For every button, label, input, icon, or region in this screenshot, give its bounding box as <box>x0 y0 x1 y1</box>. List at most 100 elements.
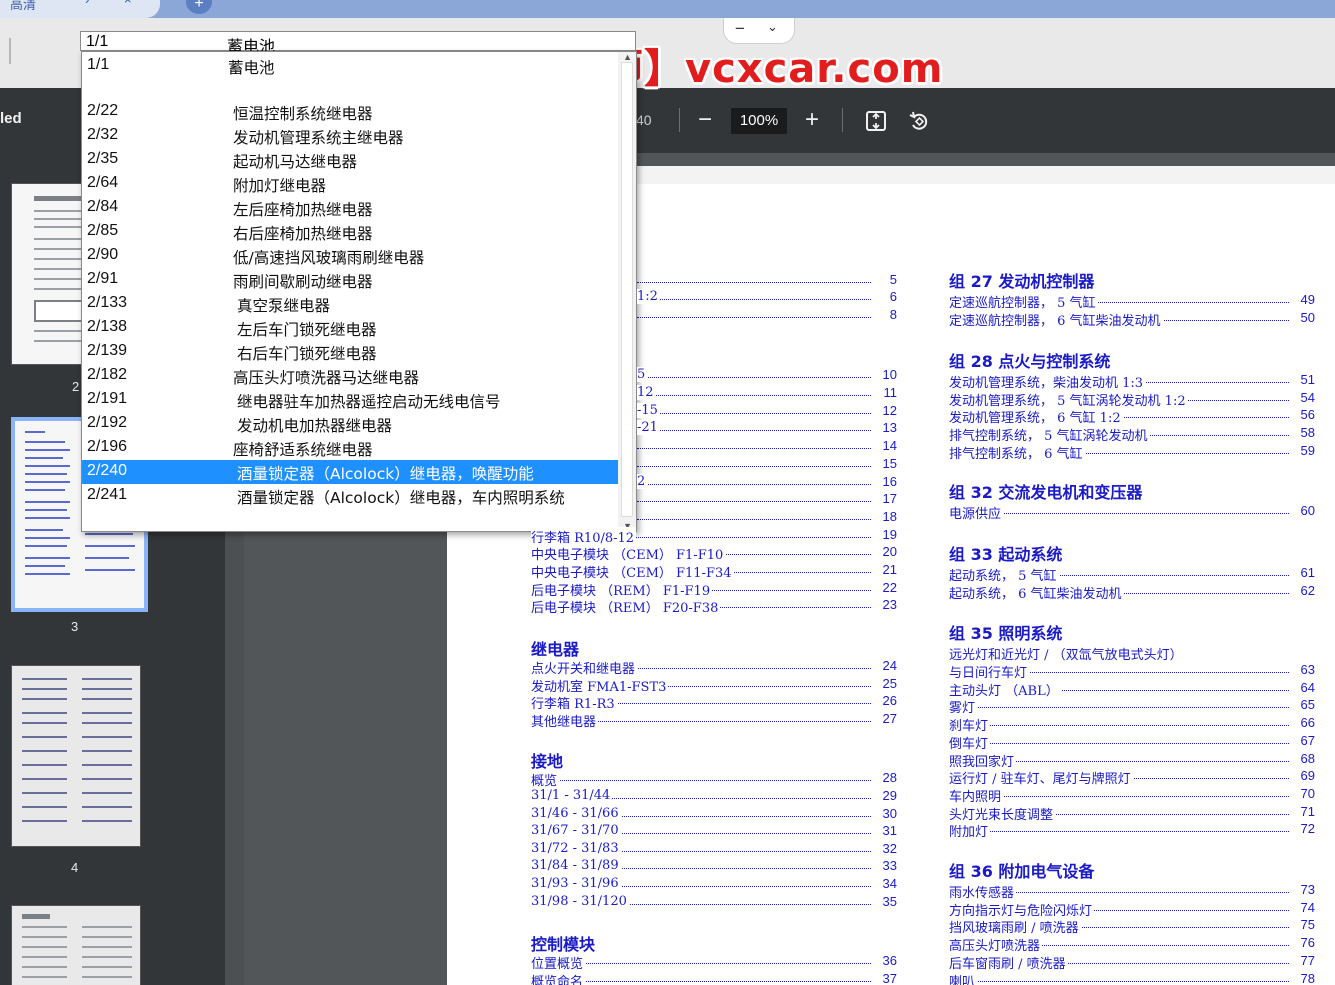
dropdown-option[interactable]: 2/192 发动机电加热器继电器 <box>82 412 618 436</box>
toc-entry[interactable]: 方向指示灯与危险闪烁灯 74 <box>949 899 1315 919</box>
toc-entry[interactable]: 点火开关和继电器 24 <box>531 658 897 677</box>
toc-entry[interactable]: 附加灯 72 <box>949 821 1315 841</box>
close-icon[interactable]: × <box>124 0 132 7</box>
dropdown-option[interactable]: 2/64 附加灯继电器 <box>82 172 618 196</box>
toc-entry[interactable]: 定速巡航控制器， 5 气缸 49 <box>949 292 1315 311</box>
toc-entry-page: 54 <box>1300 389 1315 405</box>
toc-entry[interactable]: 12 11 <box>637 385 897 401</box>
toc-entry[interactable]: 头灯光束长度调整 71 <box>949 803 1315 823</box>
toc-entry[interactable]: 5 <box>637 272 897 288</box>
scrollbar-thumb[interactable] <box>621 62 633 517</box>
browser-tab[interactable]: 高清 › × <box>0 0 160 18</box>
toc-entry[interactable]: 中央电子模块 （CEM） F11-F34 21 <box>531 562 897 581</box>
toc-entry[interactable]: -15 12 <box>637 403 897 419</box>
dropdown-option[interactable]: 2/85 右后座椅加热继电器 <box>82 220 618 244</box>
rotate-icon[interactable] <box>904 106 934 136</box>
toc-entry[interactable]: 定速巡航控制器， 6 气缸柴油发动机 50 <box>949 309 1315 329</box>
toc-entry[interactable]: 高压头灯喷洗器 76 <box>949 935 1315 955</box>
toc-entry[interactable]: 其他继电器 27 <box>531 710 897 730</box>
toc-entry[interactable]: 倒车灯 67 <box>949 732 1315 752</box>
toc-entry[interactable]: 14 <box>637 438 897 454</box>
dropdown-option[interactable]: 2/241 酒量锁定器（Alcolock）继电器，车内照明系统 <box>82 484 618 508</box>
dropdown-option[interactable]: 2/90 低/高速挡风玻璃雨刷继电器 <box>82 244 618 268</box>
zoom-in-button[interactable]: + <box>797 106 827 136</box>
toc-entry-page: 23 <box>882 597 897 612</box>
toc-entry[interactable]: 中央电子模块 （CEM） F1-F10 20 <box>531 544 897 563</box>
chapter-select-listbox[interactable]: 1/1 蓄电池 2/22 恒温控制系统继电器 2/32 发动机管理系统主继电器 2/35 起动… <box>81 51 637 532</box>
toc-entry[interactable]: 发动机室 FMA1-FST3 25 <box>531 675 897 695</box>
dropdown-option[interactable]: 2/138 左后车门锁死继电器 <box>82 316 618 340</box>
toc-entry[interactable]: 发动机管理系统， 5 气缸涡轮发动机 1:2 54 <box>949 389 1315 409</box>
toc-entry[interactable]: 行李箱 R1-R3 26 <box>531 693 897 713</box>
toc-entry[interactable]: 刹车灯 66 <box>949 715 1315 735</box>
dropdown-option[interactable]: 2/240 酒量锁定器（Alcolock）继电器，唤醒功能 <box>82 460 618 484</box>
dropdown-option[interactable]: 2/133 真空泵继电器 <box>82 292 618 316</box>
toc-entry[interactable]: 发动机管理系统， 6 气缸 1:2 56 <box>949 407 1315 427</box>
toc-entry[interactable]: 2 16 <box>637 474 897 490</box>
toc-entry[interactable]: 15 <box>637 456 897 472</box>
toc-entry-title: 附加灯 <box>949 821 991 841</box>
toc-entry[interactable]: 挡风玻璃雨刷 / 喷洗器 75 <box>949 917 1315 937</box>
toc-entry[interactable]: 31/72 - 31/83 32 <box>531 840 897 857</box>
page-thumbnail[interactable] <box>11 665 141 847</box>
fit-page-icon[interactable] <box>861 106 891 136</box>
toc-entry[interactable]: 起动系统， 5 气缸 61 <box>949 565 1315 584</box>
zoom-out-button[interactable]: − <box>690 106 720 136</box>
toc-entry[interactable]: 与日间行车灯 63 <box>949 662 1315 681</box>
option-code: 2/241 <box>87 486 128 503</box>
plus-icon[interactable]: + <box>186 0 212 14</box>
toc-entry[interactable]: 概览命名 37 <box>531 970 897 985</box>
toc-entry-page: 64 <box>1300 679 1315 695</box>
dropdown-option[interactable]: 2/196 座椅舒适系统继电器 <box>82 436 618 460</box>
listbox-scrollbar[interactable]: ▲ ▼ <box>618 52 636 531</box>
toc-entry[interactable]: 18 <box>637 509 897 525</box>
toc-entry[interactable]: 位置概览 36 <box>531 953 897 973</box>
toc-entry[interactable]: 电源供应 60 <box>949 503 1315 522</box>
toc-entry[interactable]: 主动头灯 （ABL） 64 <box>949 679 1315 699</box>
dropdown-option[interactable]: 1/1 蓄电池 <box>82 54 618 78</box>
dropdown-option[interactable]: 2/139 右后车门锁死继电器 <box>82 340 618 364</box>
chapter-select[interactable]: 1/1 蓄电池 <box>80 31 636 56</box>
toc-entry[interactable]: 排气控制系统， 5 气缸涡轮发动机 58 <box>949 425 1315 445</box>
dropdown-option[interactable]: 2/182 高压头灯喷洗器马达继电器 <box>82 364 618 388</box>
toc-entry[interactable]: 排气控制系统， 6 气缸 59 <box>949 442 1315 462</box>
toc-entry[interactable]: 31/46 - 31/66 30 <box>531 805 897 822</box>
dropdown-option[interactable]: 2/84 左后座椅加热继电器 <box>82 196 618 220</box>
dropdown-option[interactable]: 2/91 雨刷间歇刷动继电器 <box>82 268 618 292</box>
toc-entry[interactable]: 后车窗雨刷 / 喷洗器 77 <box>949 952 1315 972</box>
toc-entry[interactable]: 车内照明 70 <box>949 785 1315 805</box>
toc-entry[interactable]: 5 10 <box>637 367 897 383</box>
toc-entry[interactable]: -21 13 <box>637 420 897 436</box>
chevron-down-icon[interactable]: ⌄ <box>767 19 778 35</box>
dot-leader <box>949 742 1289 744</box>
toc-entry[interactable]: 概览 28 <box>531 770 897 790</box>
toc-entry[interactable]: 31/1 - 31/44 29 <box>531 788 897 804</box>
page-thumbnail[interactable] <box>11 905 141 985</box>
toc-entry[interactable]: 照我回家灯 68 <box>949 750 1315 770</box>
toc-entry[interactable]: 后电子模块 （REM） F1-F19 22 <box>531 580 897 599</box>
toc-entry[interactable]: 雾灯 65 <box>949 697 1315 717</box>
toc-entry[interactable]: 1:2 6 <box>637 289 897 305</box>
toc-entry[interactable]: 发动机管理系统，柴油发动机 1:3 51 <box>949 372 1315 391</box>
toc-entry[interactable]: 8 <box>637 307 897 323</box>
toc-entry[interactable]: 31/93 - 31/96 34 <box>531 876 897 892</box>
zoom-level-input[interactable]: 100% <box>731 108 787 134</box>
toc-entry-title: 高压头灯喷洗器 <box>949 935 1043 955</box>
option-code: 2/191 <box>87 390 128 407</box>
dropdown-option[interactable]: 2/35 起动机马达继电器 <box>82 148 618 172</box>
toc-entry-page: 5 <box>889 272 897 287</box>
toc-entry[interactable]: 运行灯 / 驻车灯、尾灯与牌照灯 69 <box>949 768 1315 788</box>
dropdown-option[interactable]: 2/191 继电器驻车加热器遥控启动无线电信号 <box>82 388 618 412</box>
toc-entry[interactable]: 17 <box>637 491 897 507</box>
toc-entry[interactable]: 31/84 - 31/89 33 <box>531 858 897 874</box>
dropdown-option[interactable]: 2/32 发动机管理系统主继电器 <box>82 124 618 148</box>
dropdown-option[interactable]: 2/22 恒温控制系统继电器 <box>82 100 618 124</box>
toc-entry[interactable]: 后电子模块 （REM） F20-F38 23 <box>531 597 897 616</box>
toc-entry[interactable]: 行李箱 R10/8-12 19 <box>531 527 897 546</box>
toc-entry[interactable]: 起动系统， 6 气缸柴油发动机 62 <box>949 582 1315 602</box>
toc-entry[interactable]: 喇叭 78 <box>949 970 1315 985</box>
toc-entry[interactable]: 31/67 - 31/70 31 <box>531 823 897 839</box>
toc-entry[interactable]: 雨水传感器 73 <box>949 882 1315 901</box>
scroll-up-icon[interactable]: ▲ <box>623 52 632 62</box>
toc-entry[interactable]: 31/98 - 31/120 35 <box>531 893 897 910</box>
